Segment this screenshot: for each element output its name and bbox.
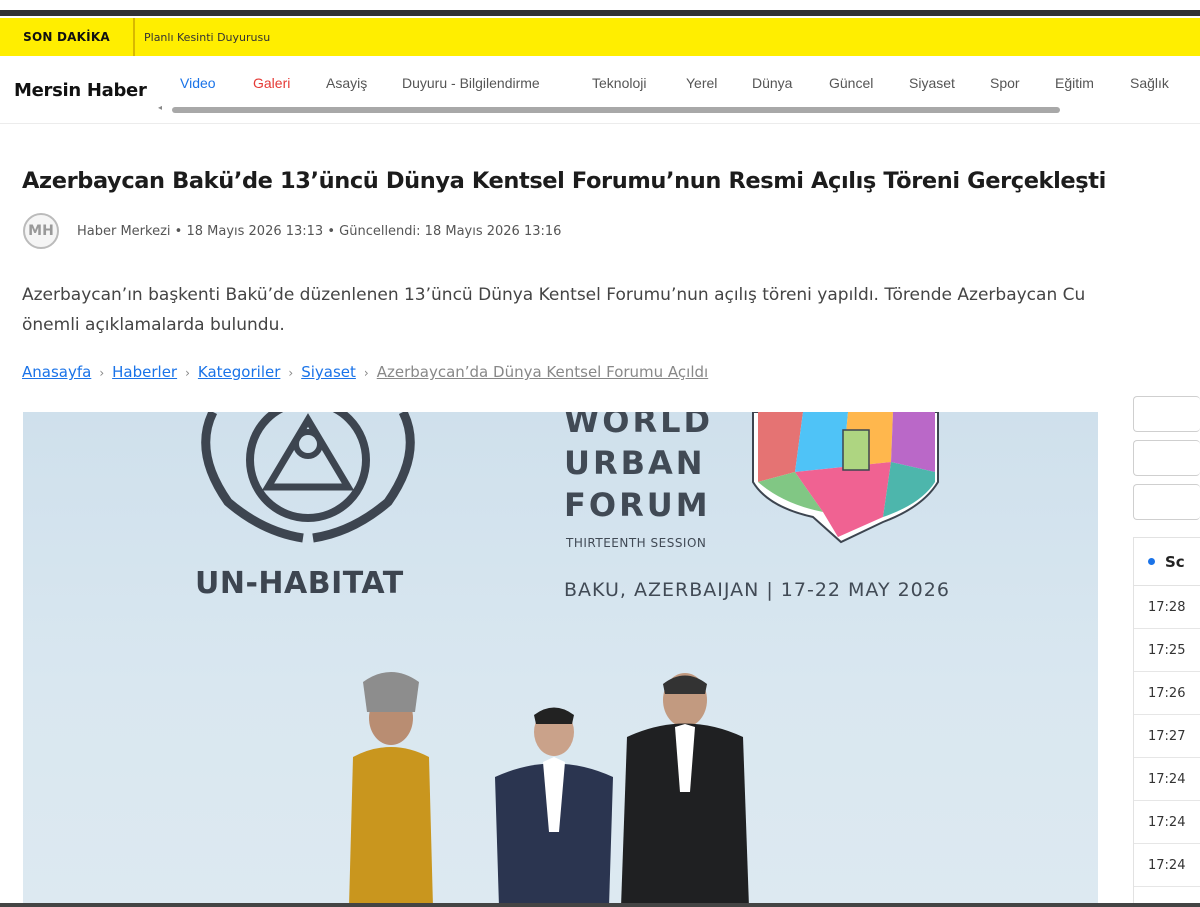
breadcrumb-categories[interactable]: Kategoriler xyxy=(198,363,280,381)
top-border xyxy=(0,10,1200,16)
article-hero-image[interactable]: UN-HABITAT WORLD URBAN FORUM THIRTEENTH … xyxy=(23,412,1098,907)
menu-item-siyaset[interactable]: Siyaset xyxy=(909,75,955,91)
menu-item-guncel[interactable]: Güncel xyxy=(829,75,873,91)
news-time: 17:25 xyxy=(1148,642,1186,658)
wuf-line: URBAN xyxy=(564,444,706,482)
site-logo[interactable]: Mersin Haber xyxy=(14,80,147,101)
main-navigation: Mersin Haber Video Galeri Asayiş Duyuru … xyxy=(0,56,1200,124)
news-time: 17:24 xyxy=(1148,857,1186,873)
people-silhouettes-icon xyxy=(349,672,749,907)
breaking-news-bar: SON DAKİKA Planlı Kesinti Duyurusu xyxy=(0,18,1200,56)
sidebar-button[interactable] xyxy=(1133,484,1200,520)
place-date-label: BAKU, AZERBAIJAN | 17-22 MAY 2026 xyxy=(564,579,950,601)
scrollbar-thumb[interactable] xyxy=(172,107,1060,113)
breaking-news-ticker[interactable]: Planlı Kesinti Duyurusu xyxy=(135,31,270,44)
breadcrumb-separator-icon: › xyxy=(288,366,294,380)
breaking-news-tag: SON DAKİKA xyxy=(0,18,135,56)
article-headline: Azerbaycan Bakü’de 13’üncü Dünya Kentsel… xyxy=(22,168,1106,194)
news-time: 17:26 xyxy=(1148,685,1186,701)
session-label: THIRTEENTH SESSION xyxy=(566,536,707,550)
latest-news-item[interactable]: 17:28 xyxy=(1134,586,1200,629)
menu-item-spor[interactable]: Spor xyxy=(990,75,1020,91)
live-dot-icon xyxy=(1148,558,1155,565)
menu-item-video[interactable]: Video xyxy=(180,75,216,91)
wuf-line: WORLD xyxy=(564,412,714,440)
news-time: 17:27 xyxy=(1148,728,1186,744)
menu-item-egitim[interactable]: Eğitim xyxy=(1055,75,1094,91)
un-habitat-label: UN-HABITAT xyxy=(195,566,404,601)
summary-line: önemli açıklamalarda bulundu. xyxy=(22,315,285,335)
breadcrumb: Anasayfa › Haberler › Kategoriler › Siyaset › Az… xyxy=(22,363,708,381)
latest-news-panel: Sc 17:28 17:25 17:26 17:27 17:24 17:24 1… xyxy=(1133,537,1200,907)
article-summary: Azerbaycan’ın başkenti Bakü’de düzenlene… xyxy=(22,280,1192,340)
menu-item-saglik[interactable]: Sağlık xyxy=(1130,75,1169,91)
breadcrumb-separator-icon: › xyxy=(185,366,190,380)
menu-item-duyuru[interactable]: Duyuru - Bilgilendirme xyxy=(402,75,540,91)
forum-logo-icon xyxy=(752,412,939,544)
menu-item-yerel[interactable]: Yerel xyxy=(686,75,717,91)
latest-news-item[interactable]: 17:26 xyxy=(1134,672,1200,715)
menu-item-dunya[interactable]: Dünya xyxy=(752,75,792,91)
latest-news-item[interactable]: 17:24 xyxy=(1134,758,1200,801)
latest-news-item[interactable]: 17:27 xyxy=(1134,715,1200,758)
article-meta: Haber Merkezi • 18 Mayıs 2026 13:13 • Gü… xyxy=(77,224,562,239)
breadcrumb-politics[interactable]: Siyaset xyxy=(301,363,356,381)
latest-news-heading: Sc xyxy=(1134,538,1200,586)
breadcrumb-separator-icon: › xyxy=(363,366,369,380)
sidebar-button[interactable] xyxy=(1133,440,1200,476)
un-habitat-emblem-icon xyxy=(201,412,415,543)
hero-illustration xyxy=(201,412,939,907)
world-urban-forum-label: WORLD URBAN FORUM xyxy=(564,412,713,526)
menu-item-asayis[interactable]: Asayiş xyxy=(326,75,367,91)
latest-news-title: Sc xyxy=(1165,552,1185,571)
latest-news-item[interactable]: 17:24 xyxy=(1134,801,1200,844)
scroll-left-arrow-icon[interactable]: ◂ xyxy=(158,103,162,112)
news-time: 17:24 xyxy=(1148,814,1186,830)
latest-news-item[interactable]: 17:25 xyxy=(1134,629,1200,672)
author-avatar[interactable]: MH xyxy=(23,213,59,249)
bottom-border xyxy=(0,903,1200,907)
latest-news-item[interactable]: 17:24 xyxy=(1134,844,1200,887)
news-time: 17:28 xyxy=(1148,599,1186,615)
news-time: 17:24 xyxy=(1148,771,1186,787)
breadcrumb-home[interactable]: Anasayfa xyxy=(22,363,91,381)
wuf-line: FORUM xyxy=(564,486,711,524)
breadcrumb-current: Azerbaycan’da Dünya Kentsel Forumu Açıld… xyxy=(376,363,709,381)
breadcrumb-separator-icon: › xyxy=(99,366,105,380)
menu-scrollbar[interactable]: ◂ xyxy=(158,103,1063,114)
breadcrumb-news[interactable]: Haberler xyxy=(112,363,177,381)
sidebar-button[interactable] xyxy=(1133,396,1200,432)
menu-item-teknoloji[interactable]: Teknoloji xyxy=(592,75,646,91)
menu-item-galeri[interactable]: Galeri xyxy=(253,75,290,91)
summary-line: Azerbaycan’ın başkenti Bakü’de düzenlene… xyxy=(22,285,1086,305)
